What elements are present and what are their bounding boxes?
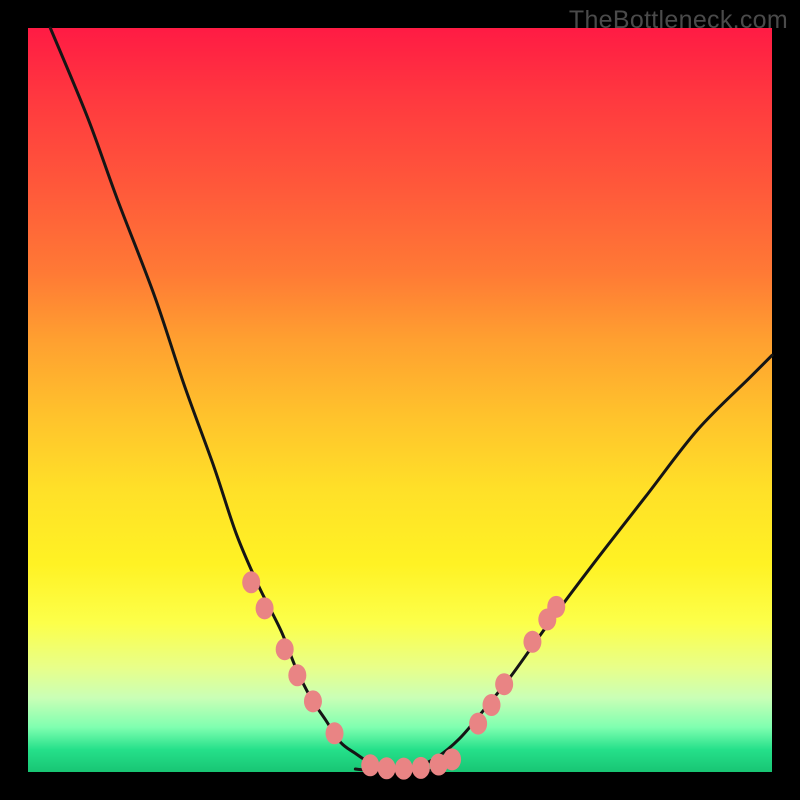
curve-layer xyxy=(28,28,772,772)
marker-left-4 xyxy=(304,690,322,712)
marker-left-0 xyxy=(242,571,260,593)
marker-right-5 xyxy=(547,596,565,618)
curve-left-curve xyxy=(50,28,400,771)
marker-left-1 xyxy=(256,597,274,619)
plot-area xyxy=(28,28,772,772)
marker-right-2 xyxy=(495,673,513,695)
marker-bottom-1 xyxy=(378,757,396,779)
marker-left-2 xyxy=(276,638,294,660)
watermark-text: TheBottleneck.com xyxy=(569,6,788,35)
chart-frame: TheBottleneck.com xyxy=(0,0,800,800)
marker-right-1 xyxy=(483,694,501,716)
marker-right-0 xyxy=(469,713,487,735)
marker-bottom-2 xyxy=(395,758,413,780)
marker-left-3 xyxy=(288,664,306,686)
marker-bottom-3 xyxy=(412,757,430,779)
marker-left-5 xyxy=(326,722,344,744)
marker-bottom-5 xyxy=(443,748,461,770)
marker-right-3 xyxy=(523,631,541,653)
marker-bottom-0 xyxy=(361,754,379,776)
curve-right-curve xyxy=(400,355,772,770)
